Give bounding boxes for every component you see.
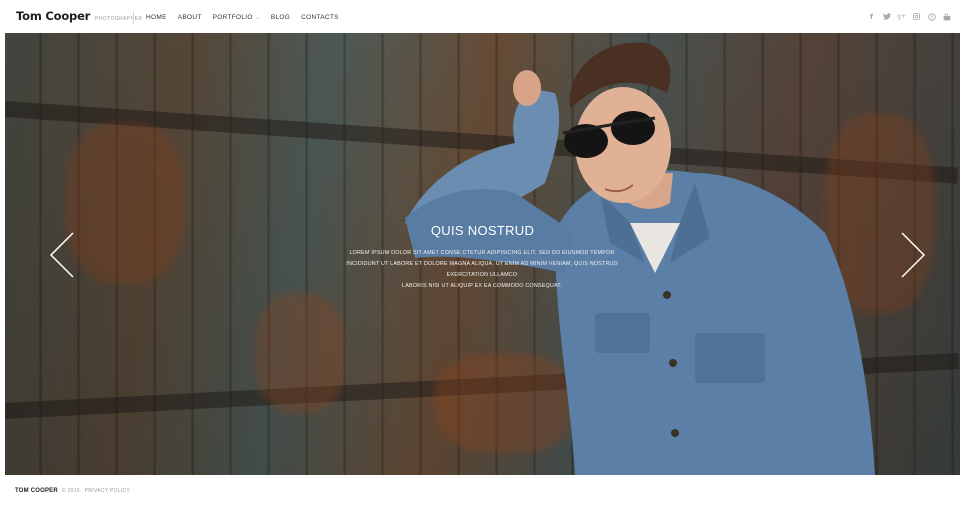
nav-item-home[interactable]: HOME [146,14,167,21]
site-header: Tom Cooper PHOTOGRAPHER HOME ABOUT PORTF… [0,0,965,33]
footer-copyright: © 2015. [61,488,82,494]
slider-prev-button[interactable] [49,232,75,278]
nav-item-contacts[interactable]: CONTACTS [301,14,339,21]
slide-description: LOREM IPSUM DOLOR SIT AMET CONSE CTETUR … [332,248,632,292]
hero-slider: QUIS NOSTRUD LOREM IPSUM DOLOR SIT AMET … [5,33,960,475]
youtube-icon[interactable] [942,12,951,21]
slide-text-line: LOREM IPSUM DOLOR SIT AMET CONSE CTETUR … [349,250,615,256]
nav-item-blog[interactable]: BLOG [271,14,290,21]
instagram-icon[interactable] [912,12,921,21]
facebook-icon[interactable]: f [867,12,876,21]
privacy-policy-link[interactable]: PRIVACY POLICY [85,488,130,494]
chevron-left-icon [49,232,74,278]
brand-tagline: PHOTOGRAPHER [95,16,143,22]
brand-name[interactable]: Tom Cooper [16,9,90,23]
slider-next-button[interactable] [900,232,926,278]
header-divider [133,11,134,24]
slide-title: QUIS NOSTRUD [430,223,535,238]
chevron-down-icon: ⌵ [255,14,260,21]
skype-icon[interactable]: S [927,12,936,21]
site-footer: TOM COOPER © 2015. PRIVACY POLICY [15,488,130,494]
chevron-right-icon [901,232,926,278]
nav-item-portfolio[interactable]: PORTFOLIO ⌵ [213,14,260,21]
brand-logo[interactable]: Tom Cooper PHOTOGRAPHER [16,9,142,23]
nav-item-about[interactable]: ABOUT [178,14,202,21]
twitter-icon[interactable] [882,12,891,21]
google-plus-icon[interactable]: g+ [897,12,906,21]
slide-text-line: LABORIS NISI UT ALIQUIP EX EA COMMODO CO… [402,283,562,289]
main-nav: HOME ABOUT PORTFOLIO ⌵ BLOG CONTACTS [146,14,350,21]
svg-text:S: S [930,14,933,20]
slide-text-line: INCIDIDUNT UT LABORE ET DOLORE MAGNA ALI… [346,261,618,278]
social-links: f g+ S [861,12,951,21]
footer-brand: TOM COOPER [15,488,58,494]
